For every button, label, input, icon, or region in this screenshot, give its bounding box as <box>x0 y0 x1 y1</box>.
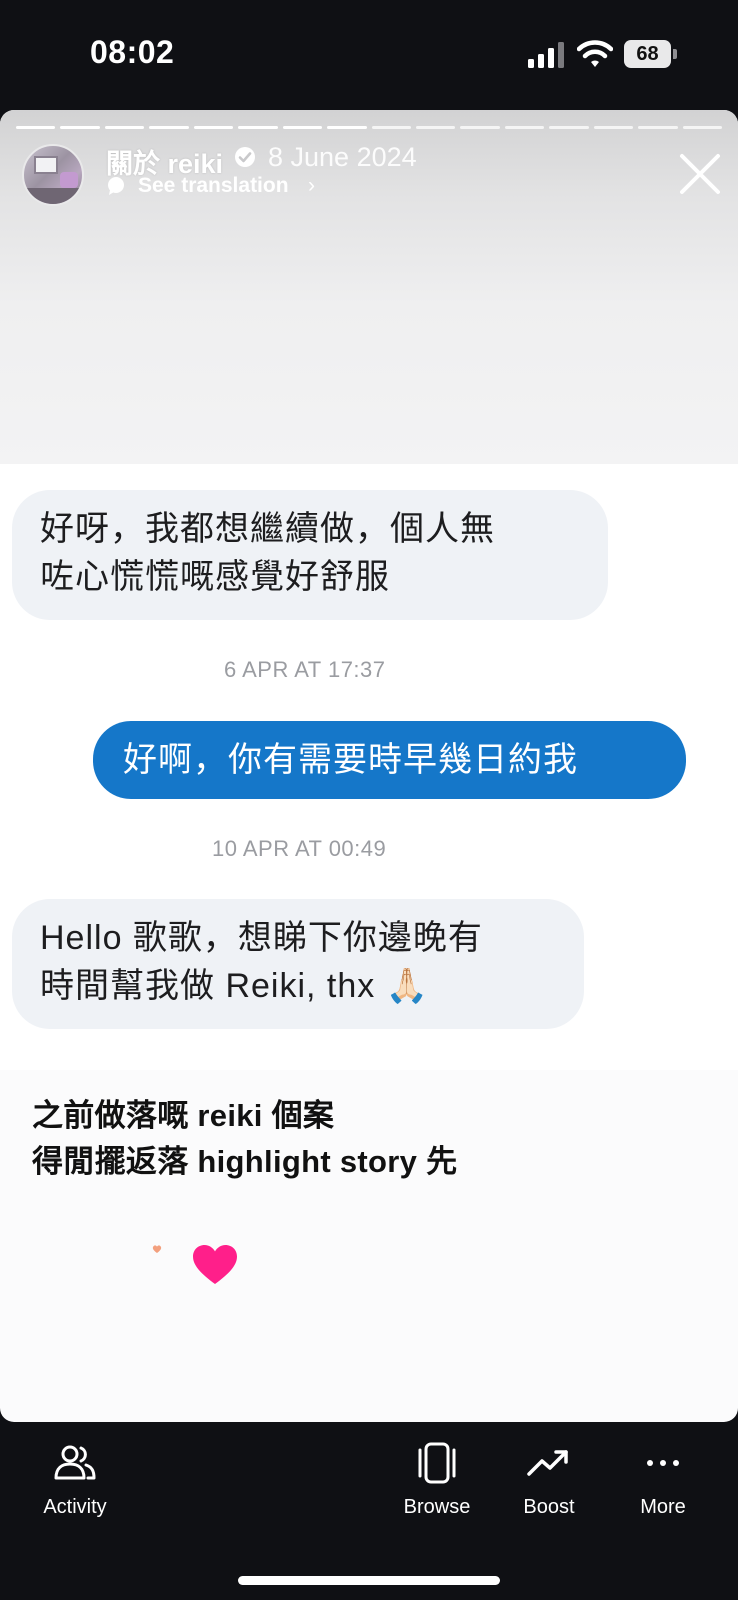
status-bar: 08:02 68 <box>0 0 738 108</box>
more-button[interactable]: More <box>608 1440 718 1530</box>
browse-icon <box>418 1442 456 1484</box>
see-translation-link[interactable]: See translation <box>138 174 289 198</box>
battery-level: 68 <box>636 43 659 65</box>
close-icon[interactable] <box>676 150 724 198</box>
progress-segment <box>60 126 100 129</box>
progress-segment <box>149 126 189 129</box>
message-text: 時間幫我做 Reiki, thx 🙏🏻 <box>40 967 430 1005</box>
chevron-right-icon: › <box>308 174 315 197</box>
progress-segment <box>282 126 323 129</box>
browse-label: Browse <box>403 1496 471 1518</box>
more-label: More <box>640 1496 686 1518</box>
message-text: 好呀，我都想繼續做，個人無 <box>40 510 495 548</box>
story-date: 8 June 2024 <box>268 142 417 172</box>
activity-button[interactable]: Activity <box>20 1440 130 1530</box>
activity-label: Activity <box>43 1496 107 1518</box>
boost-icon <box>527 1450 568 1476</box>
message-text: 咗心慌慌嘅感覺好舒服 <box>40 558 390 596</box>
battery-icon: 68 <box>624 40 677 68</box>
story-caption-line: 得閒擺返落 highlight story 先 <box>32 1144 458 1179</box>
message-incoming: 好呀，我都想繼續做，個人無 咗心慌慌嘅感覺好舒服 <box>12 490 608 620</box>
wifi-icon <box>577 40 613 67</box>
progress-segment <box>549 126 589 129</box>
progress-segment <box>593 126 634 129</box>
activity-icon <box>54 1445 96 1480</box>
progress-segment <box>415 126 456 129</box>
progress-segment <box>638 126 678 129</box>
progress-segment <box>682 126 722 129</box>
status-time: 08:02 <box>90 34 175 70</box>
story-caption-line: 之前做落嘅 reiki 個案 <box>32 1098 335 1133</box>
story-progress-bar <box>16 126 722 130</box>
message-outgoing: 好啊，你有需要時早幾日約我 <box>93 721 686 799</box>
progress-segment <box>104 126 145 129</box>
more-icon <box>647 1460 679 1466</box>
message-timestamp: 10 APR AT 00:49 <box>212 836 387 861</box>
translate-icon <box>108 177 124 195</box>
small-heart-icon <box>152 1245 162 1253</box>
message-text: 好啊，你有需要時早幾日約我 <box>123 741 578 779</box>
home-indicator[interactable] <box>238 1576 500 1585</box>
browse-button[interactable]: Browse <box>382 1440 492 1530</box>
signal-icon <box>528 42 564 68</box>
message-timestamp: 6 APR AT 17:37 <box>224 657 386 682</box>
progress-segment <box>371 126 411 129</box>
boost-label: Boost <box>523 1496 575 1518</box>
avatar[interactable] <box>22 144 84 206</box>
progress-segment <box>504 126 545 129</box>
message-text: Hello 歌歌，想睇下你邊晚有 <box>40 919 483 957</box>
story-viewer[interactable]: 關於 reiki 8 June 2024 See translation › 好… <box>0 110 738 1422</box>
message-incoming: Hello 歌歌，想睇下你邊晚有 時間幫我做 Reiki, thx 🙏🏻 <box>12 899 584 1029</box>
verified-icon <box>235 147 255 167</box>
progress-segment <box>193 126 234 129</box>
heart-icon[interactable] <box>192 1244 238 1286</box>
progress-segment <box>460 126 500 129</box>
progress-segment <box>327 126 367 129</box>
progress-segment <box>16 126 56 129</box>
progress-segment <box>238 126 278 129</box>
boost-button[interactable]: Boost <box>494 1440 604 1530</box>
